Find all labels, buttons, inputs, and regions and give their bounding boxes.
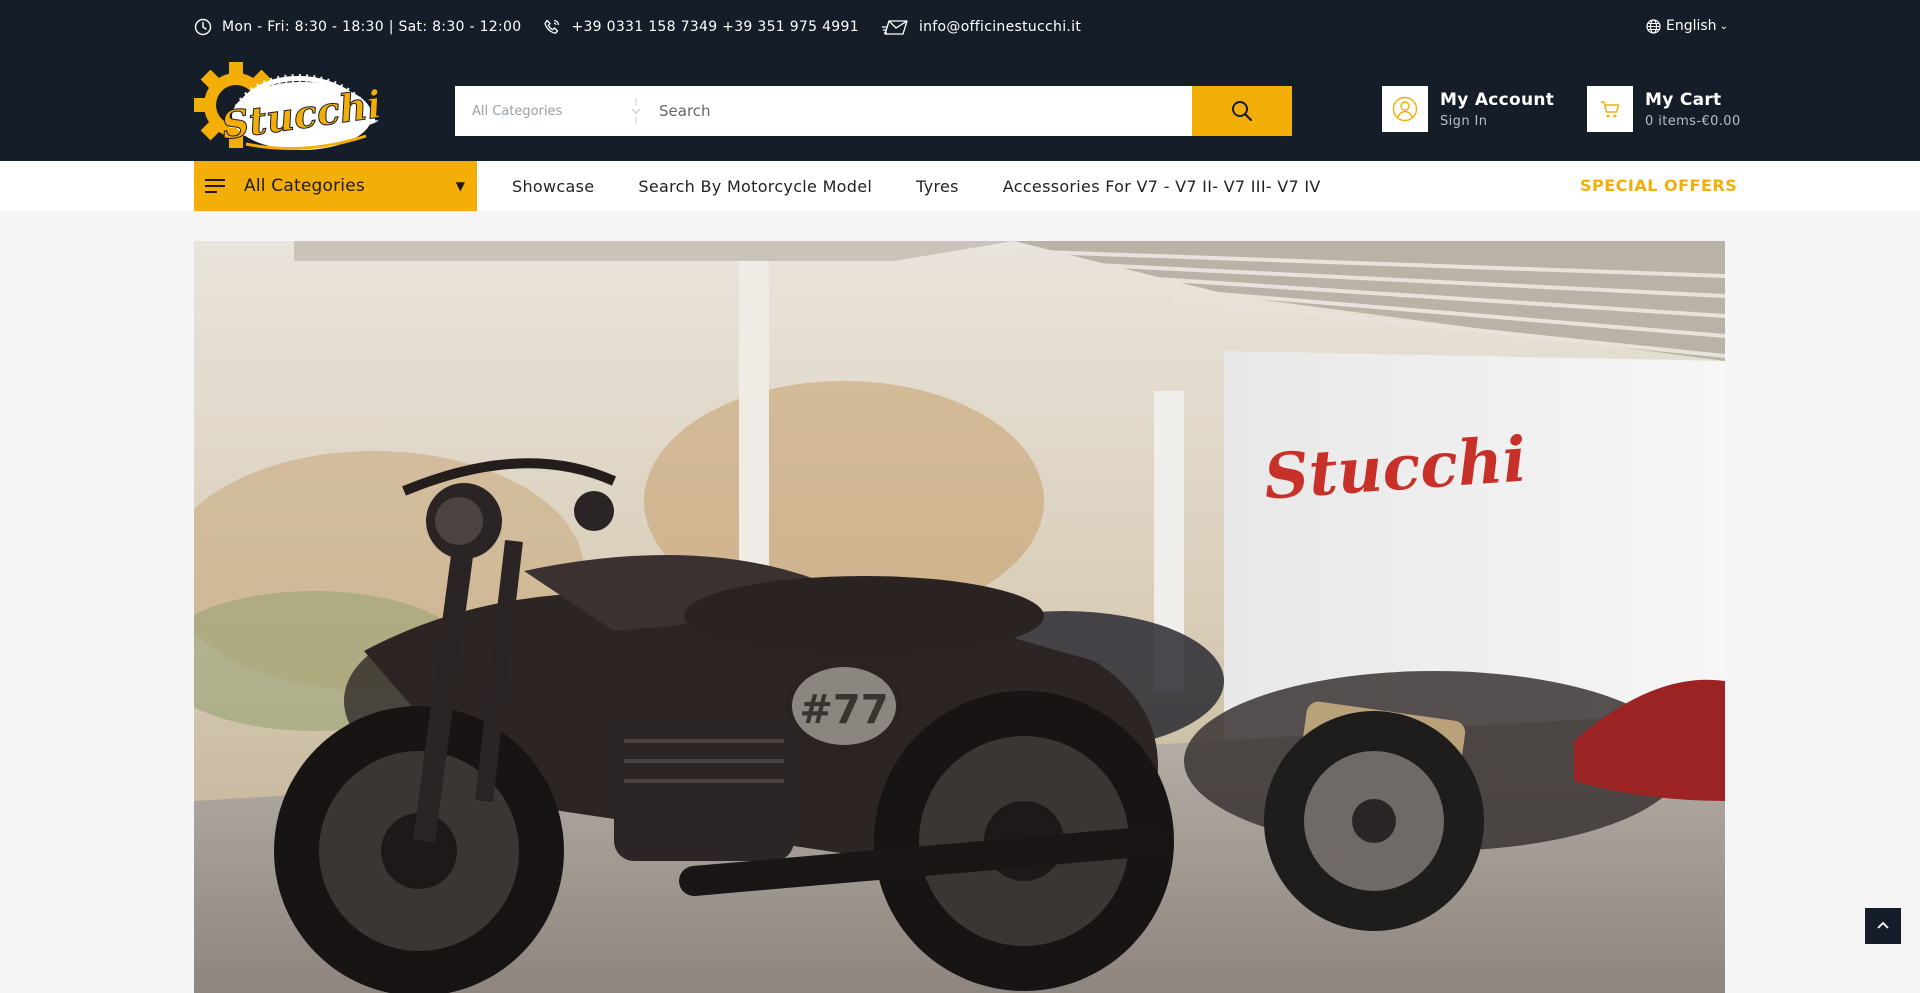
nav-item-showcase[interactable]: Showcase xyxy=(512,177,594,196)
cart-summary: 0 items-€0.00 xyxy=(1645,113,1741,129)
hero-plate-text: #77 xyxy=(799,687,888,733)
all-categories-label: All Categories xyxy=(244,176,365,196)
globe-icon xyxy=(1646,18,1661,34)
cart-link[interactable]: My Cart 0 items-€0.00 xyxy=(1587,86,1741,132)
nav-menu: Showcase Search By Motorcycle Model Tyre… xyxy=(512,161,1365,211)
cart-icon xyxy=(1601,101,1620,118)
cart-icon-box xyxy=(1587,86,1633,132)
clock-icon xyxy=(194,18,212,36)
language-label: English xyxy=(1666,18,1717,34)
search-bar: All Categories Search xyxy=(455,86,1292,136)
nav-item-tyres[interactable]: Tyres xyxy=(916,177,959,196)
hours-info: Mon - Fri: 8:30 - 18:30 | Sat: 8:30 - 12… xyxy=(194,18,521,36)
account-title: My Account xyxy=(1440,89,1555,110)
search-icon xyxy=(1232,101,1253,122)
user-icon xyxy=(1392,96,1418,122)
all-categories-button[interactable]: All Categories ▼ xyxy=(194,161,477,211)
chevron-down-icon: ⌄ xyxy=(1719,20,1728,32)
cart-title: My Cart xyxy=(1645,89,1722,110)
search-input[interactable]: Search xyxy=(655,86,1192,136)
email-text[interactable]: info@officinestucchi.it xyxy=(919,19,1081,35)
site-header: Mon - Fri: 8:30 - 18:30 | Sat: 8:30 - 12… xyxy=(0,0,1920,161)
search-button[interactable] xyxy=(1192,86,1292,136)
hero-banner[interactable]: Stucchi #77 xyxy=(194,241,1725,993)
nav-item-search-by-model[interactable]: Search By Motorcycle Model xyxy=(638,177,872,196)
menu-icon xyxy=(205,179,225,193)
phone-info[interactable]: +39 0331 158 7349 +39 351 975 4991 xyxy=(543,18,859,36)
main-navbar: All Categories ▼ Showcase Search By Moto… xyxy=(0,161,1920,211)
category-select[interactable]: All Categories xyxy=(455,86,655,136)
language-selector[interactable]: English ⌄ xyxy=(1646,18,1728,34)
caret-down-icon: ▼ xyxy=(455,179,465,193)
email-info[interactable]: info@officinestucchi.it xyxy=(881,18,1081,36)
scroll-to-top-button[interactable] xyxy=(1865,908,1901,944)
phone-icon xyxy=(544,19,560,34)
nav-item-accessories-v7[interactable]: Accessories For V7 - V7 II- V7 III- V7 I… xyxy=(1003,177,1321,196)
chevron-down-icon xyxy=(629,98,643,124)
nav-item-special-offers[interactable]: SPECIAL OFFERS xyxy=(1580,176,1737,195)
hours-text: Mon - Fri: 8:30 - 18:30 | Sat: 8:30 - 12… xyxy=(222,19,522,35)
phone-text[interactable]: +39 0331 158 7349 +39 351 975 4991 xyxy=(571,19,859,35)
site-logo[interactable]: Stucchi xyxy=(193,58,385,158)
chevron-up-icon xyxy=(1877,921,1889,929)
user-icon-box xyxy=(1382,86,1428,132)
account-signin[interactable]: Sign In xyxy=(1440,114,1554,129)
envelope-icon xyxy=(881,20,908,35)
account-link[interactable]: My Account Sign In xyxy=(1382,86,1554,132)
category-select-label: All Categories xyxy=(472,103,563,119)
topbar: Mon - Fri: 8:30 - 18:30 | Sat: 8:30 - 12… xyxy=(194,18,1103,36)
